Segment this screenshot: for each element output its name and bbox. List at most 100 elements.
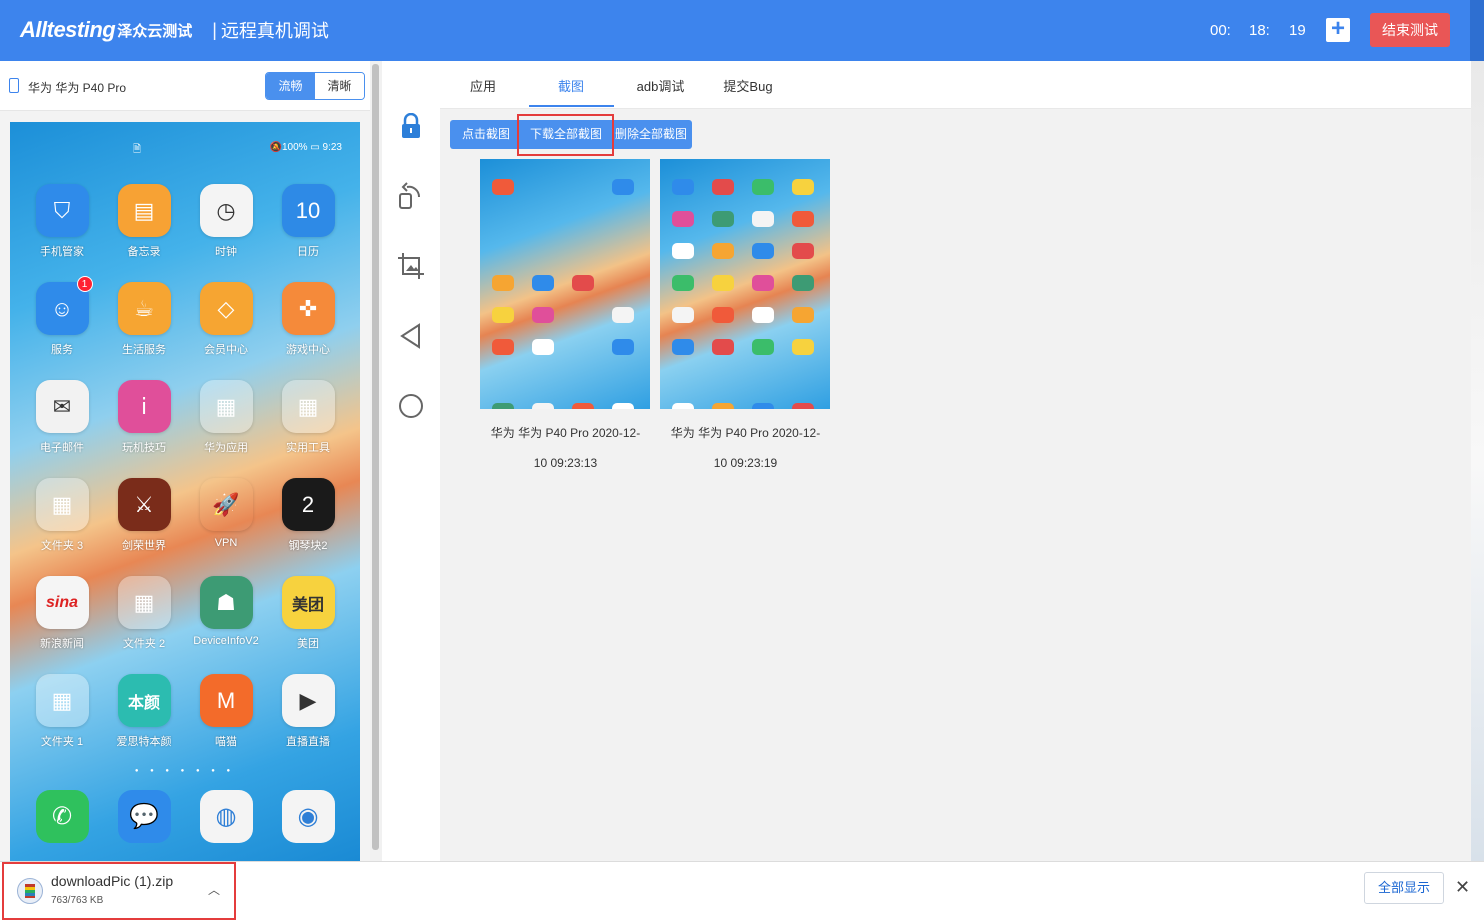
thumbnail-app-icon — [792, 339, 814, 355]
app-icon-4[interactable]: 10 日历 — [268, 184, 348, 259]
messages-app[interactable]: 💬 — [104, 790, 184, 843]
app-icon-10[interactable]: ⅰ 玩机技巧 — [104, 380, 184, 455]
download-file-name: downloadPic (1).zip — [51, 873, 174, 889]
thumbnail-app-icon — [532, 339, 554, 355]
rotate-button[interactable] — [396, 181, 426, 211]
app-icon-23[interactable]: M 喵猫 — [186, 674, 266, 749]
thumbnail-app-icon — [752, 307, 774, 323]
quality-smooth-button[interactable]: 流畅 — [266, 73, 315, 99]
thumbnail-app-icon — [712, 339, 734, 355]
show-all-downloads-button[interactable]: 全部显示 — [1364, 872, 1444, 904]
phone-app[interactable]: ✆ — [22, 790, 102, 843]
app-icon-12[interactable]: ▦ 实用工具 — [268, 380, 348, 455]
app-label: 文件夹 3 — [40, 540, 84, 552]
camera-app[interactable]: ◉ — [268, 790, 348, 843]
app-label: DeviceInfoV2 — [193, 635, 259, 647]
browser-app[interactable]: ◍ — [186, 790, 266, 843]
app-label: VPN — [214, 537, 238, 549]
app-icon-16[interactable]: 2 钢琴块2 — [268, 478, 348, 553]
app-label: 电子邮件 — [40, 442, 84, 454]
app-glyph-icon: ▤ — [117, 184, 171, 237]
thumbnail-app-icon — [672, 243, 694, 259]
thumbnail-app-icon — [612, 179, 634, 195]
app-icon-22[interactable]: 本颜 爱思特本颜 — [104, 674, 184, 749]
phone-icon — [9, 78, 19, 93]
tab-adb[interactable]: adb调试 — [633, 76, 688, 95]
left-scrollbar-thumb[interactable] — [372, 64, 379, 850]
app-glyph-icon: ☺ 1 — [35, 276, 93, 335]
app-glyph-icon: ⚔ — [117, 478, 171, 531]
app-icon-18[interactable]: ▦ 文件夹 2 — [104, 576, 184, 651]
browser-app-icon: ◍ — [199, 790, 253, 843]
app-glyph-icon: 10 — [281, 184, 335, 237]
app-icon-24[interactable]: ▶ 直播直播 — [268, 674, 348, 749]
app-icon-1[interactable]: ⛉ 手机管家 — [22, 184, 102, 259]
app-icon-21[interactable]: ▦ 文件夹 1 — [22, 674, 102, 749]
timer-minutes: 18: — [1249, 22, 1270, 39]
thumbnail-app-icon — [492, 339, 514, 355]
download-file-size: 763/763 KB — [51, 895, 104, 906]
plus-icon: + — [1330, 15, 1345, 42]
app-icon-5[interactable]: ☺ 1 服务 — [22, 276, 102, 357]
lock-button[interactable] — [396, 111, 426, 141]
crop-screenshot-icon — [398, 253, 424, 279]
delete-all-screenshots-button[interactable]: 删除全部截图 — [610, 120, 692, 149]
thumbnail-app-icon — [752, 339, 774, 355]
timer-hours: 00: — [1210, 22, 1231, 39]
phone-screen[interactable]: 🗎 🔕100% ▭ 9:23 ⛉ 手机管家 ▤ 备忘录 ◷ 时钟 10 日历 ☺ 1 服务 ☕ 生活服务… — [10, 122, 360, 861]
download-item[interactable]: downloadPic (1).zip 763/763 KB ︿ — [2, 862, 236, 920]
app-label: 游戏中心 — [286, 344, 330, 356]
app-icon-20[interactable]: 美团 美团 — [268, 576, 348, 651]
app-glyph-icon: sina — [35, 576, 89, 629]
screenshot-tool-button[interactable] — [396, 251, 426, 281]
back-button[interactable] — [396, 321, 426, 351]
app-icon-13[interactable]: ▦ 文件夹 3 — [22, 478, 102, 553]
tab-screenshot[interactable]: 截图 — [558, 76, 584, 95]
app-icon-15[interactable]: 🚀 VPN — [186, 478, 266, 550]
app-icon-11[interactable]: ▦ 华为应用 — [186, 380, 266, 455]
screenshot-thumbnail-1[interactable] — [480, 159, 650, 409]
remote-debug-app: Alltesting 泽众云测试 | 远程真机调试 00: 18: 19 + 结… — [0, 0, 1484, 922]
camera-app-icon: ◉ — [281, 790, 335, 843]
tab-apps[interactable]: 应用 — [470, 76, 496, 95]
device-info-bar: 华为 华为 P40 Pro 流畅 清晰 — [0, 61, 370, 111]
tool-column — [382, 108, 440, 861]
app-label: 会员中心 — [204, 344, 248, 356]
app-glyph-icon: 2 — [281, 478, 335, 531]
app-icon-17[interactable]: sina 新浪新闻 — [22, 576, 102, 651]
app-icon-9[interactable]: ✉ 电子邮件 — [22, 380, 102, 455]
screenshot-thumbnail-2[interactable] — [660, 159, 830, 409]
app-icon-14[interactable]: ⚔ 剑荣世界 — [104, 478, 184, 553]
app-label: 文件夹 2 — [122, 638, 166, 650]
app-icon-6[interactable]: ☕ 生活服务 — [104, 282, 184, 357]
thumbnail-app-icon — [752, 275, 774, 291]
capture-screenshot-button[interactable]: 点击截图 — [450, 120, 522, 149]
app-icon-8[interactable]: ✜ 游戏中心 — [268, 282, 348, 357]
brand-cn-name: 泽众云测试 — [117, 22, 193, 40]
app-icon-2[interactable]: ▤ 备忘录 — [104, 184, 184, 259]
thumbnail-app-icon — [792, 307, 814, 323]
chevron-up-icon[interactable]: ︿ — [208, 881, 220, 898]
caption-line: 10 09:23:19 — [713, 456, 778, 470]
end-test-button[interactable]: 结束测试 — [1370, 13, 1450, 47]
thumbnail-app-icon — [792, 211, 814, 227]
app-icon-7[interactable]: ◇ 会员中心 — [186, 282, 266, 357]
app-glyph-icon: ▦ — [35, 478, 89, 531]
quality-hd-button[interactable]: 清晰 — [315, 73, 364, 99]
device-name: 华为 华为 P40 Pro — [28, 81, 127, 95]
close-icon[interactable]: ✕ — [1455, 877, 1470, 898]
tab-submit-bug[interactable]: 提交Bug — [723, 76, 773, 95]
back-triangle-icon — [400, 323, 420, 349]
app-icon-3[interactable]: ◷ 时钟 — [186, 184, 266, 259]
thumbnail-app-icon — [672, 211, 694, 227]
app-glyph-icon: ◷ — [199, 184, 253, 237]
app-icon-19[interactable]: ☗ DeviceInfoV2 — [186, 576, 266, 647]
app-glyph-icon: ▶ — [281, 674, 335, 727]
home-button[interactable] — [396, 391, 426, 421]
window-edge — [1471, 61, 1484, 861]
add-time-button[interactable]: + — [1326, 15, 1350, 42]
thumbnail-app-icon — [612, 307, 634, 323]
quality-toggle: 流畅 清晰 — [265, 72, 365, 100]
app-label: 剑荣世界 — [122, 540, 166, 552]
thumbnail-app-icon — [612, 403, 634, 409]
